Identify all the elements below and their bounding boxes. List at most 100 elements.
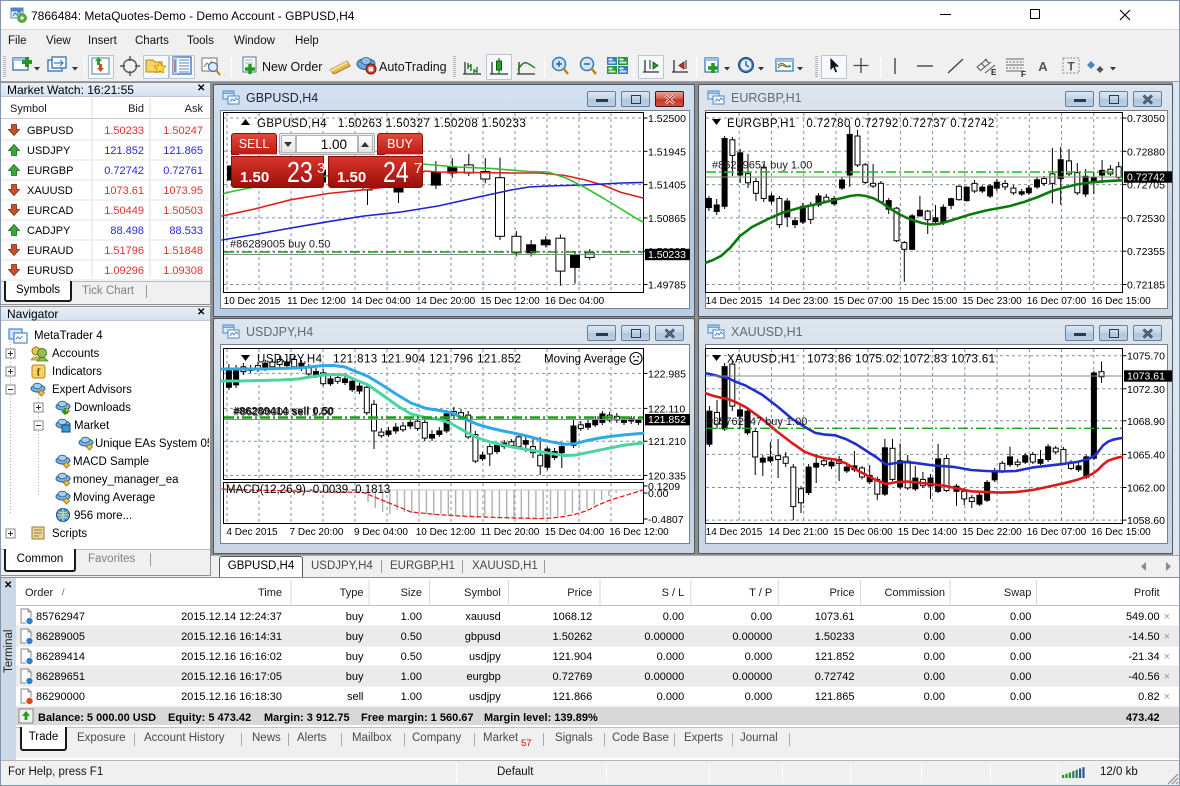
svg-text:121.904: 121.904 xyxy=(553,651,593,663)
svg-text:16 Dec 07:00: 16 Dec 07:00 xyxy=(1027,527,1087,538)
svg-text:Symbol: Symbol xyxy=(10,103,47,115)
svg-text:1058.60: 1058.60 xyxy=(1127,515,1165,527)
svg-text:Unique EAs System 05: Unique EAs System 05 xyxy=(95,438,209,450)
svg-text:0.50: 0.50 xyxy=(401,631,422,643)
svg-text:121.852: 121.852 xyxy=(648,414,686,426)
svg-text:Commission: Commission xyxy=(884,587,945,599)
svg-text:0.00: 0.00 xyxy=(924,691,945,703)
svg-text:Bid: Bid xyxy=(128,103,144,115)
svg-text:Accounts: Accounts xyxy=(52,348,100,360)
svg-text:MACD(12,26,9) -0.0039 -0.1813: MACD(12,26,9) -0.0039 -0.1813 xyxy=(226,484,390,496)
svg-text:0.00: 0.00 xyxy=(924,671,945,683)
svg-text:Price: Price xyxy=(567,587,592,599)
svg-text:USDJPY,H4 121.813 121.904 12: USDJPY,H4 121.813 121.904 121.796 121.85… xyxy=(257,354,521,366)
svg-text:1073.61: 1073.61 xyxy=(104,185,144,197)
svg-text:eurgbp: eurgbp xyxy=(467,671,501,683)
svg-text:Moving Average: Moving Average xyxy=(73,492,155,504)
svg-text:E: E xyxy=(991,68,997,77)
svg-text:×: × xyxy=(1164,631,1170,643)
svg-text:1068.90: 1068.90 xyxy=(1127,416,1165,428)
svg-text:Swap: Swap xyxy=(1004,587,1032,599)
svg-text:15 Dec 07:00: 15 Dec 07:00 xyxy=(833,296,893,307)
svg-text:15 Dec 14:00: 15 Dec 14:00 xyxy=(898,527,958,538)
svg-text:Margin level: 139.89%: Margin level: 139.89% xyxy=(484,712,598,724)
svg-text:2015.12.16 16:14:31: 2015.12.16 16:14:31 xyxy=(181,631,282,643)
svg-text:15 Dec 12:00: 15 Dec 12:00 xyxy=(480,296,540,307)
svg-text:121.865: 121.865 xyxy=(163,145,203,157)
svg-text:EURAUD: EURAUD xyxy=(27,245,74,257)
svg-text:1.50233: 1.50233 xyxy=(104,125,144,137)
svg-text:usdjpy: usdjpy xyxy=(469,691,501,703)
svg-text:549.00: 549.00 xyxy=(1126,611,1160,623)
svg-text:0.72742: 0.72742 xyxy=(1127,172,1165,184)
svg-text:f: f xyxy=(37,367,41,379)
svg-text:MetaTrader 4: MetaTrader 4 xyxy=(34,330,103,342)
svg-text:473.42: 473.42 xyxy=(1126,712,1160,724)
svg-text:1.51945: 1.51945 xyxy=(648,146,686,158)
svg-text:0.000: 0.000 xyxy=(745,691,773,703)
svg-text:86289651: 86289651 xyxy=(36,671,85,683)
svg-text:0.00: 0.00 xyxy=(1010,651,1031,663)
svg-text:0.00: 0.00 xyxy=(924,651,945,663)
svg-text:#86289651 buy 1.00: #86289651 buy 1.00 xyxy=(712,160,812,172)
svg-text:0.72742: 0.72742 xyxy=(104,165,144,177)
svg-text:16 Dec 15:00: 16 Dec 15:00 xyxy=(1091,296,1151,307)
svg-text:0.00: 0.00 xyxy=(1010,631,1031,643)
svg-text:×: × xyxy=(1164,691,1170,703)
svg-text:1073.61: 1073.61 xyxy=(1127,371,1165,383)
svg-text:0.00: 0.00 xyxy=(751,611,772,623)
svg-text:122.985: 122.985 xyxy=(648,368,686,380)
svg-text:0.000: 0.000 xyxy=(657,691,685,703)
svg-text:XAUUSD,H1 1073.86 1075.02 10: XAUUSD,H1 1073.86 1075.02 1072.83 1073.6… xyxy=(727,354,995,366)
svg-text:×: × xyxy=(1164,611,1170,623)
svg-text:1.09308: 1.09308 xyxy=(163,265,203,277)
svg-text:0.72742: 0.72742 xyxy=(815,671,855,683)
svg-text:10 Dec 12:00: 10 Dec 12:00 xyxy=(416,527,476,538)
svg-text:S / L: S / L xyxy=(662,587,685,599)
svg-text:1073.95: 1073.95 xyxy=(163,185,203,197)
svg-text:7 Dec 20:00: 7 Dec 20:00 xyxy=(290,527,344,538)
svg-text:0.72185: 0.72185 xyxy=(1127,280,1165,292)
svg-text:86289005: 86289005 xyxy=(36,631,85,643)
svg-text:15 Dec 04:00: 15 Dec 04:00 xyxy=(545,527,605,538)
svg-text:121.852: 121.852 xyxy=(815,651,855,663)
svg-text:buy: buy xyxy=(346,651,364,663)
svg-text:16 Dec 04:00: 16 Dec 04:00 xyxy=(545,296,605,307)
svg-text:14 Dec 20:00: 14 Dec 20:00 xyxy=(416,296,476,307)
svg-text:2015.12.16 16:18:30: 2015.12.16 16:18:30 xyxy=(181,691,282,703)
svg-text:2015.12.14 12:24:37: 2015.12.14 12:24:37 xyxy=(181,611,282,623)
svg-text:1073.61: 1073.61 xyxy=(815,611,855,623)
svg-text:1068.12: 1068.12 xyxy=(553,611,593,623)
svg-text:11 Dec 20:00: 11 Dec 20:00 xyxy=(481,527,540,538)
svg-text:Downloads: Downloads xyxy=(74,402,131,414)
svg-text:#86289005 buy 0.50: #86289005 buy 0.50 xyxy=(230,239,330,251)
svg-text:0.73050: 0.73050 xyxy=(1127,113,1165,125)
svg-text:#86290000 sell 1.00: #86290000 sell 1.00 xyxy=(234,407,333,419)
svg-text:0.50: 0.50 xyxy=(401,651,422,663)
svg-text:1072.30: 1072.30 xyxy=(1127,384,1165,396)
svg-text:0.00: 0.00 xyxy=(663,611,684,623)
svg-text:XAUUSD: XAUUSD xyxy=(27,185,73,197)
svg-text:0.00: 0.00 xyxy=(924,631,945,643)
svg-text:0.00: 0.00 xyxy=(1010,691,1031,703)
svg-text:Ask: Ask xyxy=(185,103,204,115)
svg-text:1.51848: 1.51848 xyxy=(163,245,203,257)
svg-text:15 Dec 06:00: 15 Dec 06:00 xyxy=(833,527,893,538)
svg-text:Price: Price xyxy=(829,587,854,599)
svg-text:1062.00: 1062.00 xyxy=(1127,483,1165,495)
svg-text:gbpusd: gbpusd xyxy=(465,631,501,643)
svg-text:15 Dec 22:00: 15 Dec 22:00 xyxy=(962,527,1022,538)
svg-text:1.50247: 1.50247 xyxy=(163,125,203,137)
svg-text:0.00000: 0.00000 xyxy=(644,671,684,683)
svg-text:14 Dec 2015: 14 Dec 2015 xyxy=(706,527,763,538)
svg-text:0.00000: 0.00000 xyxy=(732,671,772,683)
svg-text:Margin: 3 912.75: Margin: 3 912.75 xyxy=(264,712,350,724)
svg-text:1.51796: 1.51796 xyxy=(104,245,144,257)
svg-text:0.72769: 0.72769 xyxy=(553,671,593,683)
svg-text:1065.40: 1065.40 xyxy=(1127,449,1165,461)
svg-text:1.09296: 1.09296 xyxy=(104,265,144,277)
svg-text:1.50262: 1.50262 xyxy=(553,631,593,643)
svg-text:1.00: 1.00 xyxy=(401,691,422,703)
svg-text:Size: Size xyxy=(401,587,422,599)
svg-text:#85762947 buy 1.00: #85762947 buy 1.00 xyxy=(707,416,807,428)
